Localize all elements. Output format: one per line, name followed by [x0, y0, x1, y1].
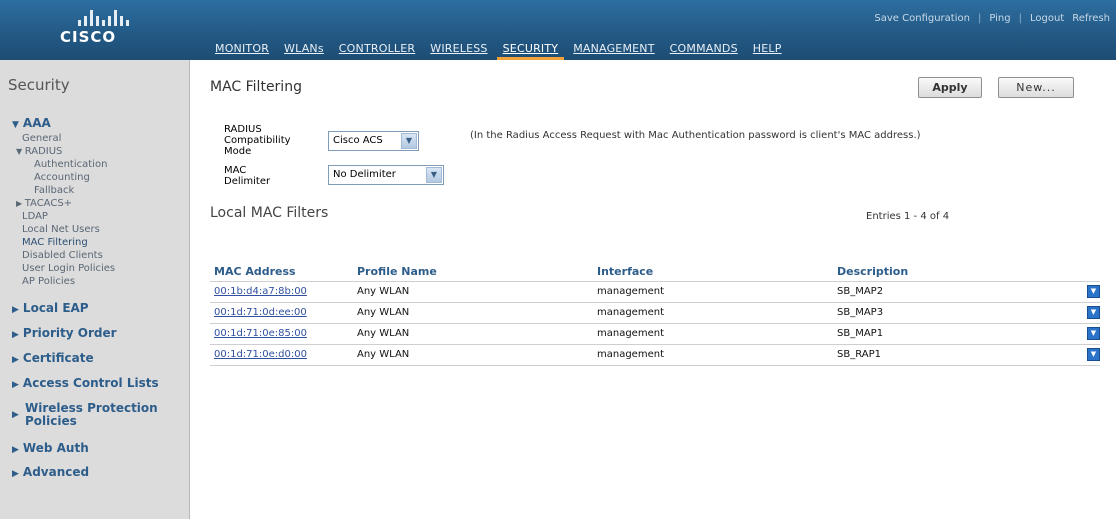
mac-address-link[interactable]: 00:1d:71:0d:ee:00: [210, 301, 353, 323]
row-menu-dropdown-icon[interactable]: ▼: [1087, 327, 1100, 340]
radius-compatibility-value: Cisco ACS: [333, 135, 383, 146]
separator: |: [977, 13, 982, 24]
sidebar-group-local-eap[interactable]: ▶ Local EAP: [12, 301, 89, 315]
nav-monitor[interactable]: MONITOR: [209, 38, 275, 60]
interface-cell: management: [593, 343, 833, 366]
table-row: 00:1d:71:0e:85:00 Any WLAN management SB…: [210, 322, 1100, 344]
main-content: MAC Filtering Apply New... RADIUS Compat…: [191, 60, 1116, 519]
profile-name-cell: Any WLAN: [353, 343, 593, 366]
radius-compatibility-label: RADIUS Compatibility Mode: [224, 124, 291, 157]
sidebar-item-authentication[interactable]: Authentication: [34, 159, 107, 170]
mac-auth-note: (In the Radius Access Request with Mac A…: [470, 130, 921, 141]
mac-delimiter-value: No Delimiter: [333, 169, 396, 180]
apply-button[interactable]: Apply: [918, 77, 982, 98]
sidebar-item-ap-policies[interactable]: AP Policies: [22, 276, 75, 287]
sidebar-item-ldap[interactable]: LDAP: [22, 211, 48, 222]
cisco-logo-text: CISCO: [60, 28, 117, 46]
mac-filter-table: MAC Address Profile Name Interface Descr…: [210, 261, 1100, 366]
collapsed-arrow-icon: ▶: [12, 305, 19, 315]
sidebar-group-priority-order[interactable]: ▶ Priority Order: [12, 326, 117, 340]
profile-name-cell: Any WLAN: [353, 322, 593, 344]
description-cell: SB_MAP2: [833, 280, 1080, 302]
sidebar-item-fallback[interactable]: Fallback: [34, 185, 74, 196]
mac-address-link[interactable]: 00:1d:71:0e:85:00: [210, 322, 353, 344]
sidebar-item-mac-filtering[interactable]: MAC Filtering: [22, 237, 88, 248]
expanded-arrow-icon: ▼: [16, 147, 25, 156]
nav-controller[interactable]: CONTROLLER: [333, 38, 421, 60]
mac-delimiter-label: MAC Delimiter: [224, 165, 271, 187]
page-title: MAC Filtering: [210, 79, 302, 95]
profile-name-cell: Any WLAN: [353, 280, 593, 302]
column-header-description: Description: [837, 264, 909, 278]
collapsed-arrow-icon: ▶: [12, 410, 19, 420]
sidebar-item-disabled-clients[interactable]: Disabled Clients: [22, 250, 103, 261]
separator: |: [1018, 13, 1022, 24]
sidebar-title: Security: [8, 76, 70, 94]
main-nav: MONITOR WLANs CONTROLLER WIRELESS SECURI…: [209, 38, 791, 60]
description-cell: SB_RAP1: [833, 343, 1080, 366]
mac-address-link[interactable]: 00:1b:d4:a7:8b:00: [210, 280, 353, 302]
section-title: Local MAC Filters: [210, 205, 329, 221]
save-configuration-link[interactable]: Save Configuration: [874, 13, 970, 24]
column-header-interface: Interface: [597, 264, 654, 278]
table-header-row: MAC Address Profile Name Interface Descr…: [210, 261, 1100, 281]
nav-commands[interactable]: COMMANDS: [664, 38, 744, 60]
row-menu-dropdown-icon[interactable]: ▼: [1087, 285, 1100, 298]
cisco-logo-bars-icon: [78, 10, 160, 26]
nav-wireless[interactable]: WIRELESS: [424, 38, 493, 60]
collapsed-arrow-icon: ▶: [12, 330, 19, 340]
profile-name-cell: Any WLAN: [353, 301, 593, 323]
sidebar-item-local-net-users[interactable]: Local Net Users: [22, 224, 100, 235]
collapsed-arrow-icon: ▶: [12, 469, 19, 479]
sidebar-item-tacacs[interactable]: ▶ TACACS+: [16, 198, 72, 209]
nav-security[interactable]: SECURITY: [496, 38, 565, 60]
collapsed-arrow-icon: ▶: [12, 355, 19, 365]
row-menu-dropdown-icon[interactable]: ▼: [1087, 306, 1100, 319]
table-row: 00:1d:71:0e:d0:00 Any WLAN management SB…: [210, 343, 1100, 366]
sidebar-group-certificate[interactable]: ▶ Certificate: [12, 351, 94, 365]
interface-cell: management: [593, 301, 833, 323]
chevron-down-icon: ▼: [426, 167, 442, 183]
top-links: Save Configuration | Ping | Logout Refre…: [874, 13, 1110, 24]
radius-compatibility-select[interactable]: Cisco ACS ▼: [328, 131, 419, 151]
column-header-profile-name: Profile Name: [357, 264, 437, 278]
refresh-link[interactable]: Refresh: [1072, 13, 1110, 24]
table-row: 00:1d:71:0d:ee:00 Any WLAN management SB…: [210, 301, 1100, 323]
sidebar-group-web-auth[interactable]: ▶ Web Auth: [12, 441, 89, 455]
column-header-mac-address: MAC Address: [214, 264, 296, 278]
collapsed-arrow-icon: ▶: [16, 199, 25, 208]
nav-help[interactable]: HELP: [747, 38, 788, 60]
nav-management[interactable]: MANAGEMENT: [567, 38, 660, 60]
nav-wlans[interactable]: WLANs: [278, 38, 330, 60]
collapsed-arrow-icon: ▶: [12, 445, 19, 455]
table-row: 00:1b:d4:a7:8b:00 Any WLAN management SB…: [210, 280, 1100, 302]
interface-cell: management: [593, 322, 833, 344]
chevron-down-icon: ▼: [401, 133, 417, 149]
sidebar-group-wireless-protection-policies[interactable]: ▶ Wireless Protection Policies: [12, 402, 182, 428]
ping-link[interactable]: Ping: [989, 13, 1010, 24]
sidebar-group-aaa[interactable]: ▼ AAA: [12, 116, 51, 130]
mac-address-link[interactable]: 00:1d:71:0e:d0:00: [210, 343, 353, 366]
expanded-arrow-icon: ▼: [12, 120, 19, 130]
new-button[interactable]: New...: [998, 77, 1074, 98]
sidebar-item-accounting[interactable]: Accounting: [34, 172, 90, 183]
entries-count: Entries 1 - 4 of 4: [866, 211, 950, 222]
sidebar-group-advanced[interactable]: ▶ Advanced: [12, 465, 89, 479]
top-header: CISCO Save Configuration | Ping | Logout…: [0, 0, 1116, 60]
description-cell: SB_MAP3: [833, 301, 1080, 323]
logout-link[interactable]: Logout: [1030, 13, 1064, 24]
interface-cell: management: [593, 280, 833, 302]
collapsed-arrow-icon: ▶: [12, 380, 19, 390]
mac-delimiter-select[interactable]: No Delimiter ▼: [328, 165, 444, 185]
sidebar-group-access-control-lists[interactable]: ▶ Access Control Lists: [12, 376, 159, 390]
cisco-logo: CISCO: [60, 10, 160, 50]
row-menu-dropdown-icon[interactable]: ▼: [1087, 348, 1100, 361]
sidebar-item-general[interactable]: General: [22, 133, 61, 144]
sidebar-item-radius[interactable]: ▼ RADIUS: [16, 146, 62, 157]
sidebar: Security ▼ AAA General ▼ RADIUS Authentic…: [0, 60, 190, 519]
sidebar-item-user-login-policies[interactable]: User Login Policies: [22, 263, 115, 274]
description-cell: SB_MAP1: [833, 322, 1080, 344]
